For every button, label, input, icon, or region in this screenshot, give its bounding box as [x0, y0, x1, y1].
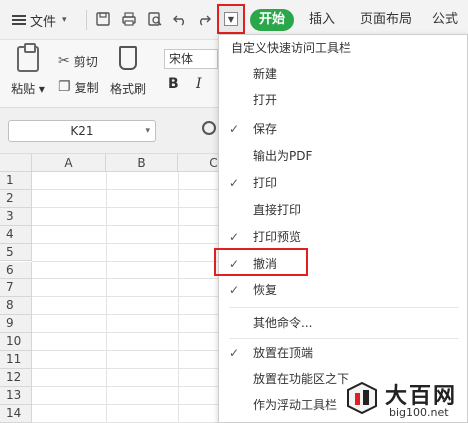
zoom-icon[interactable] [202, 121, 216, 135]
copy-button[interactable]: ❐ 复制 [58, 78, 99, 96]
column-header-b[interactable]: B [106, 154, 178, 172]
quick-access-menu: 自定义快速访问工具栏 新建 打开 ✓ 保存 输出为PDF ✓ 打印 直接打印 ✓ 打印预览 ✓ 撤消 ✓… [218, 34, 468, 423]
more-commands-item[interactable]: 其他命令... [219, 310, 468, 336]
tab-formulas[interactable]: 公式 [432, 9, 458, 31]
menu-separator [229, 307, 459, 308]
row-header[interactable]: 6 [0, 261, 32, 280]
file-menu-button[interactable]: 文件 ▾ [12, 10, 67, 30]
menu-item-label: 恢复 [253, 283, 278, 297]
undo-icon[interactable] [171, 10, 189, 28]
bold-button[interactable]: B [168, 76, 179, 92]
check-icon: ✓ [229, 283, 240, 297]
row-header[interactable]: 7 [0, 279, 32, 298]
menu-item[interactable]: ✓ 打印 [219, 170, 468, 196]
redo-icon[interactable] [195, 10, 213, 28]
menu-item-label: 打开 [253, 93, 278, 107]
copy-label: 复制 [74, 80, 99, 95]
menu-item-label: 输出为PDF [253, 149, 313, 163]
row-header[interactable]: 5 [0, 243, 32, 262]
highlight-annotation [214, 248, 308, 276]
menu-item-label: 保存 [253, 122, 278, 136]
name-box[interactable]: K21 ▾ [8, 120, 156, 142]
chevron-down-icon: ▼ [224, 12, 238, 26]
menu-item[interactable]: 输出为PDF [219, 143, 468, 169]
check-icon: ✓ [229, 346, 240, 360]
copy-icon: ❐ [58, 79, 71, 95]
row-header[interactable]: 4 [0, 225, 32, 244]
menu-item-label: 作为浮动工具栏 [253, 398, 338, 412]
tab-page-layout[interactable]: 页面布局 [360, 9, 412, 31]
cut-button[interactable]: ✂ 剪切 [58, 52, 98, 70]
menu-item-label: 其他命令... [253, 316, 313, 330]
scissors-icon: ✂ [58, 53, 70, 69]
row-header[interactable]: 2 [0, 189, 32, 208]
row-header[interactable]: 8 [0, 297, 32, 316]
menu-item[interactable]: ✓ 保存 [219, 116, 468, 142]
check-icon: ✓ [229, 176, 240, 190]
menu-item-label: 打印 [253, 176, 278, 190]
row-header[interactable]: 3 [0, 207, 32, 226]
menu-item-label: 直接打印 [253, 203, 302, 217]
check-icon: ✓ [229, 230, 240, 244]
save-icon[interactable] [94, 10, 112, 28]
menu-item-label: 放置在顶端 [253, 346, 314, 360]
menu-item[interactable]: ✓ 放置在顶端 [219, 340, 468, 366]
menu-title: 自定义快速访问工具栏 [231, 41, 352, 55]
paste-label: 粘贴 ▾ [11, 82, 45, 96]
font-name-select[interactable]: 宋体 [164, 49, 218, 69]
menu-item[interactable]: ✓ 打印预览 [219, 224, 468, 250]
logo-icon [347, 381, 377, 415]
menu-item[interactable]: 直接打印 [219, 197, 468, 223]
menu-item-label: 放置在功能区之下 [253, 372, 350, 386]
tab-insert[interactable]: 插入 [309, 9, 335, 31]
chevron-down-icon: ▾ [145, 126, 150, 136]
cut-label: 剪切 [73, 54, 98, 69]
watermark: 大百网 big100.net [345, 378, 465, 420]
menu-item[interactable]: 打开 [219, 87, 468, 113]
format-painter-label: 格式刷 [109, 82, 146, 96]
file-menu-label: 文件 [30, 14, 57, 30]
menu-item[interactable]: 新建 [219, 61, 468, 87]
menu-separator [229, 338, 459, 339]
select-all-corner[interactable] [0, 154, 32, 172]
brush-icon [119, 46, 137, 70]
print-icon[interactable] [120, 10, 138, 28]
column-header-a[interactable]: A [32, 154, 106, 172]
row-header[interactable]: 14 [0, 404, 32, 423]
row-header[interactable]: 1 [0, 172, 32, 190]
chevron-down-icon: ▾ [62, 15, 67, 25]
clipboard-icon [17, 43, 39, 72]
italic-button[interactable]: I [196, 76, 202, 92]
print-preview-icon[interactable] [146, 10, 164, 28]
watermark-url: big100.net [389, 406, 449, 419]
row-header[interactable]: 9 [0, 315, 32, 334]
row-header[interactable]: 13 [0, 386, 32, 405]
menu-item[interactable]: ✓ 恢复 [219, 277, 468, 303]
format-painter-button[interactable]: 格式刷 [106, 46, 150, 97]
cell-reference: K21 [70, 124, 94, 138]
paste-button[interactable]: 粘贴 ▾ [10, 43, 46, 102]
divider [86, 10, 87, 30]
row-header[interactable]: 11 [0, 351, 32, 369]
check-icon: ✓ [229, 122, 240, 136]
menu-item-label: 打印预览 [253, 230, 302, 244]
row-header[interactable]: 10 [0, 333, 32, 351]
tab-home[interactable]: 开始 [250, 9, 295, 31]
hamburger-icon [12, 15, 26, 25]
customize-quick-access-dropdown[interactable]: ▼ [217, 4, 245, 34]
menu-item-label: 新建 [253, 67, 278, 81]
row-header[interactable]: 12 [0, 368, 32, 387]
